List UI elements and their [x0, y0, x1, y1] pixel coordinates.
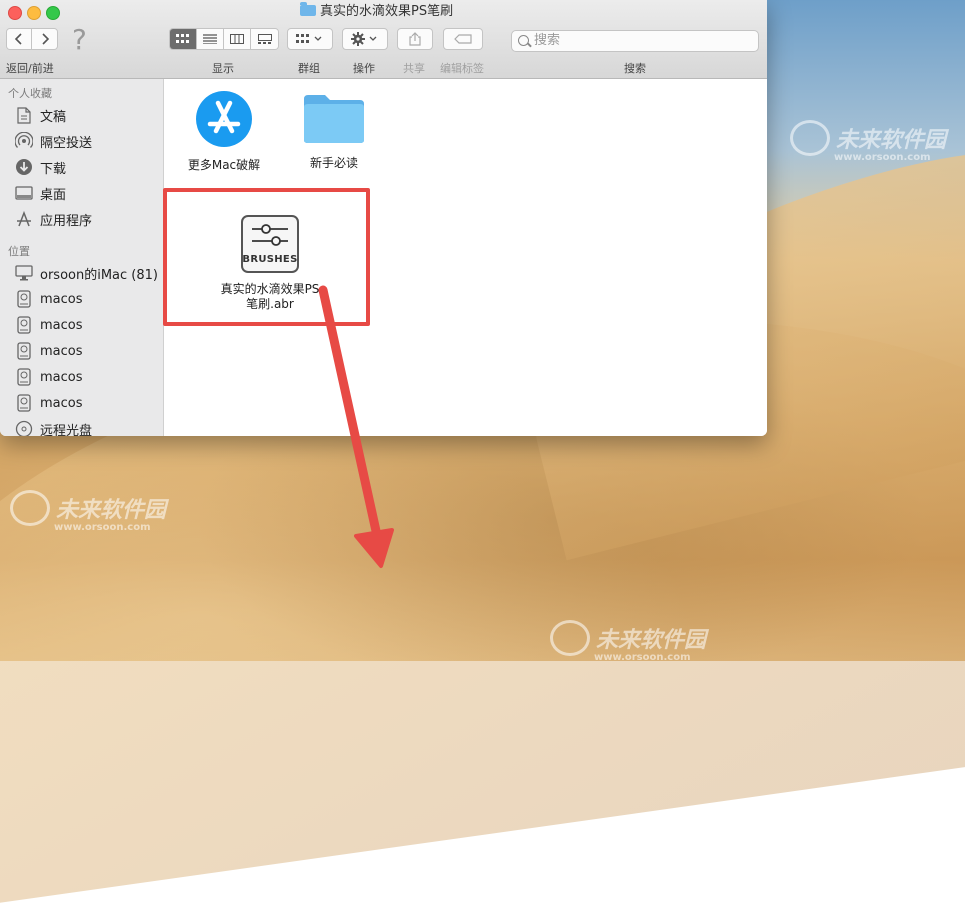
annotation-arrow: [318, 285, 394, 568]
